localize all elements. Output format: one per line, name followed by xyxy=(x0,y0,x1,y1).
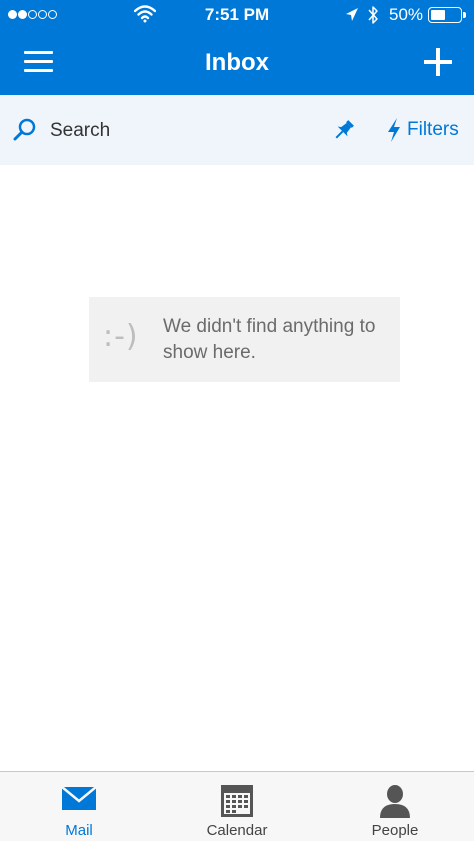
mail-icon xyxy=(61,786,97,810)
battery-percent: 50% xyxy=(389,5,424,24)
search-input[interactable]: Search xyxy=(50,120,110,142)
calendar-icon xyxy=(221,785,253,817)
tab-bar: Mail Calendar People xyxy=(0,771,474,841)
battery-nub xyxy=(463,12,466,18)
tab-people[interactable]: People xyxy=(316,772,474,841)
battery-fill xyxy=(431,10,445,20)
empty-state-message: We didn't find anything to show here. xyxy=(163,316,376,363)
empty-state: :-) We didn't find anything to show here… xyxy=(89,297,400,382)
lightning-bolt-icon xyxy=(388,118,400,142)
filters-button[interactable]: Filters xyxy=(386,117,459,143)
search-bar: Search Filters xyxy=(0,95,474,165)
battery-icon xyxy=(428,7,462,23)
filters-label: Filters xyxy=(407,119,459,140)
page-title: Inbox xyxy=(205,49,269,76)
search-icon[interactable] xyxy=(12,117,38,143)
status-bar: 7:51 PM 50% xyxy=(0,0,474,30)
tab-mail[interactable]: Mail xyxy=(0,772,158,841)
tab-mail-label: Mail xyxy=(65,822,93,839)
tab-calendar-label: Calendar xyxy=(206,822,268,839)
sad-face-emoticon: :-) xyxy=(103,319,139,354)
tab-people-label: People xyxy=(371,822,419,839)
location-arrow-icon xyxy=(346,8,358,21)
app-screen: 7:51 PM 50% Inbox Search Filters:-) We … xyxy=(0,0,474,841)
nav-bar: Inbox xyxy=(0,30,474,95)
tab-calendar[interactable]: Calendar xyxy=(158,772,316,841)
compose-button[interactable] xyxy=(424,48,452,76)
person-icon xyxy=(380,785,410,818)
bluetooth-icon xyxy=(368,6,378,24)
pin-icon[interactable] xyxy=(331,117,357,143)
